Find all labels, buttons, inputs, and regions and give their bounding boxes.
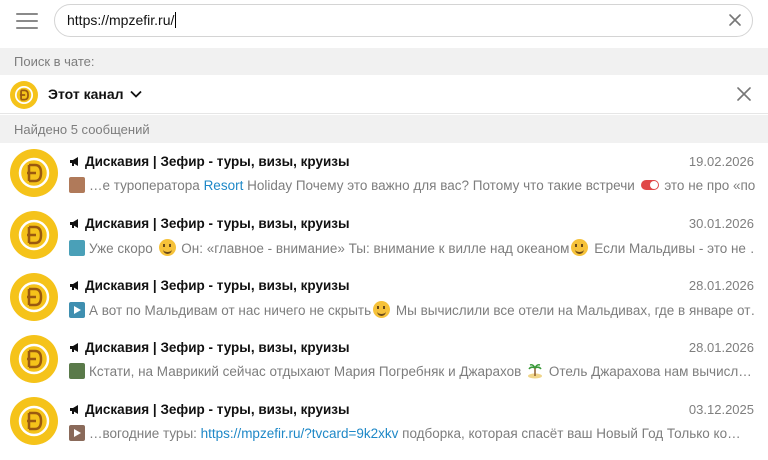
- hamburger-icon: [16, 13, 38, 15]
- channel-avatar: [10, 211, 58, 259]
- result-snippet: Кстати, на Маврикий сейчас отдыхают Мари…: [69, 363, 755, 379]
- result-date: 03.12.2025: [688, 402, 754, 417]
- channel-avatar: [10, 149, 58, 197]
- channel-avatar: [10, 81, 38, 109]
- search-result[interactable]: Дискавия | Зефир - туры, визы, круизы 28…: [0, 329, 768, 391]
- result-title: Дискавия | Зефир - туры, визы, круизы: [69, 278, 350, 293]
- result-title: Дискавия | Зефир - туры, визы, круизы: [69, 402, 350, 417]
- result-date: 28.01.2026: [688, 278, 754, 293]
- grin-emoji-icon: [571, 239, 589, 256]
- search-result[interactable]: Дискавия | Зефир - туры, визы, круизы 30…: [0, 205, 768, 267]
- megaphone-icon: [70, 343, 78, 352]
- channel-avatar: [10, 273, 58, 321]
- result-title: Дискавия | Зефир - туры, визы, круизы: [69, 340, 350, 355]
- search-results-list: Дискавия | Зефир - туры, визы, круизы 19…: [0, 143, 768, 453]
- result-snippet: Уже скоро Он: «главное - внимание» Ты: в…: [69, 239, 755, 256]
- search-input[interactable]: https://mpzefir.ru/: [54, 4, 753, 37]
- megaphone-icon: [70, 405, 78, 414]
- result-link[interactable]: https://mpzefir.ru/?tvcard=9k2xkv: [201, 426, 399, 441]
- search-input-value: https://mpzefir.ru/: [67, 12, 177, 28]
- search-result[interactable]: Дискавия | Зефир - туры, визы, круизы 19…: [0, 143, 768, 205]
- toggle-emoji-icon: [640, 180, 659, 190]
- megaphone-icon: [70, 281, 78, 290]
- media-thumbnail: [69, 177, 85, 193]
- video-thumbnail: [69, 425, 85, 441]
- results-count-label: Найдено 5 сообщений: [0, 115, 768, 143]
- result-snippet: …е туроператора Resort Holiday Почему эт…: [69, 177, 755, 193]
- search-result[interactable]: Дискавия | Зефир - туры, визы, круизы 28…: [0, 267, 768, 329]
- smile-emoji-icon: [158, 239, 176, 256]
- search-result[interactable]: Дискавия | Зефир - туры, визы, круизы 03…: [0, 391, 768, 453]
- search-in-chat-label: Поиск в чате:: [0, 48, 768, 75]
- result-title: Дискавия | Зефир - туры, визы, круизы: [69, 154, 350, 169]
- channel-avatar: [10, 397, 58, 445]
- result-snippet: А вот по Мальдивам от нас ничего не скры…: [69, 301, 755, 318]
- result-snippet: …вогодние туры: https://mpzefir.ru/?tvca…: [69, 425, 755, 441]
- chevron-down-icon: [130, 90, 143, 98]
- top-bar: https://mpzefir.ru/: [0, 0, 768, 48]
- sweat-emoji-icon: [373, 301, 391, 318]
- video-thumbnail: [69, 302, 85, 318]
- result-date: 28.01.2026: [688, 340, 754, 355]
- clear-search-icon[interactable]: [728, 13, 742, 27]
- hamburger-menu-button[interactable]: [16, 13, 38, 31]
- result-date: 30.01.2026: [688, 216, 754, 231]
- megaphone-icon: [70, 219, 78, 228]
- close-filter-icon[interactable]: [737, 87, 751, 101]
- result-date: 19.02.2026: [688, 154, 754, 169]
- island-emoji-icon: [528, 364, 543, 379]
- channel-avatar: [10, 335, 58, 383]
- chat-filter-row: Этот канал: [0, 75, 768, 114]
- media-thumbnail: [69, 240, 85, 256]
- this-channel-dropdown[interactable]: Этот канал: [48, 86, 143, 102]
- result-title: Дискавия | Зефир - туры, визы, круизы: [69, 216, 350, 231]
- media-thumbnail: [69, 363, 85, 379]
- megaphone-icon: [70, 157, 78, 166]
